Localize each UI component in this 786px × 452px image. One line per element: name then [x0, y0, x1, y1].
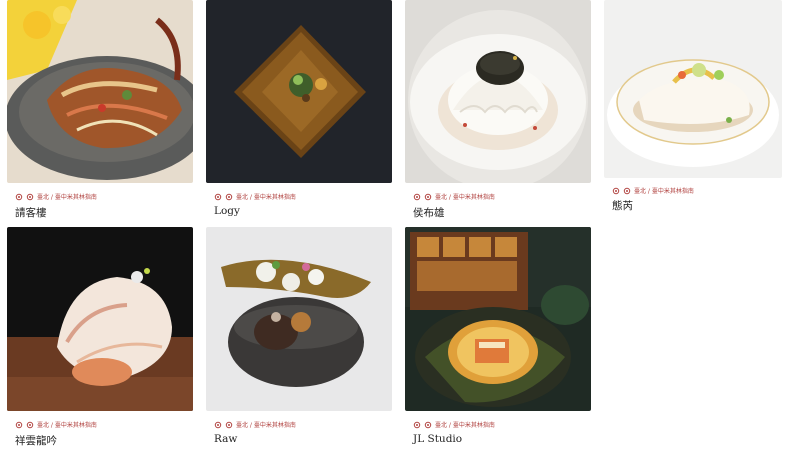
location-text[interactable]: 臺北 / 臺中米其林指南 — [37, 420, 97, 429]
restaurant-card[interactable]: 臺北 / 臺中米其林指南 祥雲龍吟 — [7, 227, 193, 452]
michelin-star-icon — [413, 421, 421, 428]
location-text[interactable]: 臺北 / 臺中米其林指南 — [435, 192, 495, 201]
michelin-star-icon — [15, 421, 23, 428]
restaurant-card[interactable]: 臺北 / 臺中米其林指南 Logy — [206, 0, 392, 222]
restaurant-name[interactable]: 請客樓 — [15, 205, 47, 220]
location-meta: 臺北 / 臺中米其林指南 — [413, 420, 495, 429]
restaurant-card[interactable]: 臺北 / 臺中米其林指南 請客樓 — [7, 0, 193, 222]
dish-photo[interactable] — [604, 0, 782, 178]
location-meta: 臺北 / 臺中米其林指南 — [15, 192, 97, 201]
michelin-star-icon — [26, 421, 34, 428]
michelin-star-icon — [413, 193, 421, 200]
michelin-star-icon — [26, 193, 34, 200]
michelin-star-icon — [623, 187, 631, 194]
dish-photo[interactable] — [7, 0, 193, 183]
restaurant-name[interactable]: Raw — [214, 433, 237, 445]
restaurant-card[interactable]: 臺北 / 臺中米其林指南 JL Studio — [405, 227, 591, 452]
michelin-star-icon — [424, 421, 432, 428]
restaurant-name[interactable]: 祥雲龍吟 — [15, 433, 57, 448]
location-text[interactable]: 臺北 / 臺中米其林指南 — [236, 192, 296, 201]
dish-photo[interactable] — [206, 227, 392, 411]
location-text[interactable]: 臺北 / 臺中米其林指南 — [634, 186, 694, 195]
michelin-star-icon — [225, 421, 233, 428]
michelin-star-icon — [15, 193, 23, 200]
restaurant-card[interactable]: 臺北 / 臺中米其林指南 態芮 — [604, 0, 782, 214]
dish-photo[interactable] — [405, 227, 591, 411]
michelin-star-icon — [424, 193, 432, 200]
michelin-star-icon — [225, 193, 233, 200]
location-text[interactable]: 臺北 / 臺中米其林指南 — [435, 420, 495, 429]
location-meta: 臺北 / 臺中米其林指南 — [15, 420, 97, 429]
restaurant-name[interactable]: 侯布雄 — [413, 205, 445, 220]
location-meta: 臺北 / 臺中米其林指南 — [413, 192, 495, 201]
restaurant-card[interactable]: 臺北 / 臺中米其林指南 Raw — [206, 227, 392, 452]
location-text[interactable]: 臺北 / 臺中米其林指南 — [37, 192, 97, 201]
restaurant-name[interactable]: 態芮 — [612, 198, 633, 213]
restaurant-grid: 臺北 / 臺中米其林指南 請客樓 臺北 / 臺中米其林指南 Logy 臺北 / … — [0, 0, 786, 452]
location-meta: 臺北 / 臺中米其林指南 — [612, 186, 694, 195]
michelin-star-icon — [214, 193, 222, 200]
location-meta: 臺北 / 臺中米其林指南 — [214, 192, 296, 201]
dish-photo[interactable] — [405, 0, 591, 183]
restaurant-name[interactable]: Logy — [214, 205, 240, 217]
restaurant-name[interactable]: JL Studio — [413, 433, 462, 445]
michelin-star-icon — [612, 187, 620, 194]
dish-photo[interactable] — [206, 0, 392, 183]
location-text[interactable]: 臺北 / 臺中米其林指南 — [236, 420, 296, 429]
location-meta: 臺北 / 臺中米其林指南 — [214, 420, 296, 429]
restaurant-card[interactable]: 臺北 / 臺中米其林指南 侯布雄 — [405, 0, 591, 222]
michelin-star-icon — [214, 421, 222, 428]
dish-photo[interactable] — [7, 227, 193, 411]
